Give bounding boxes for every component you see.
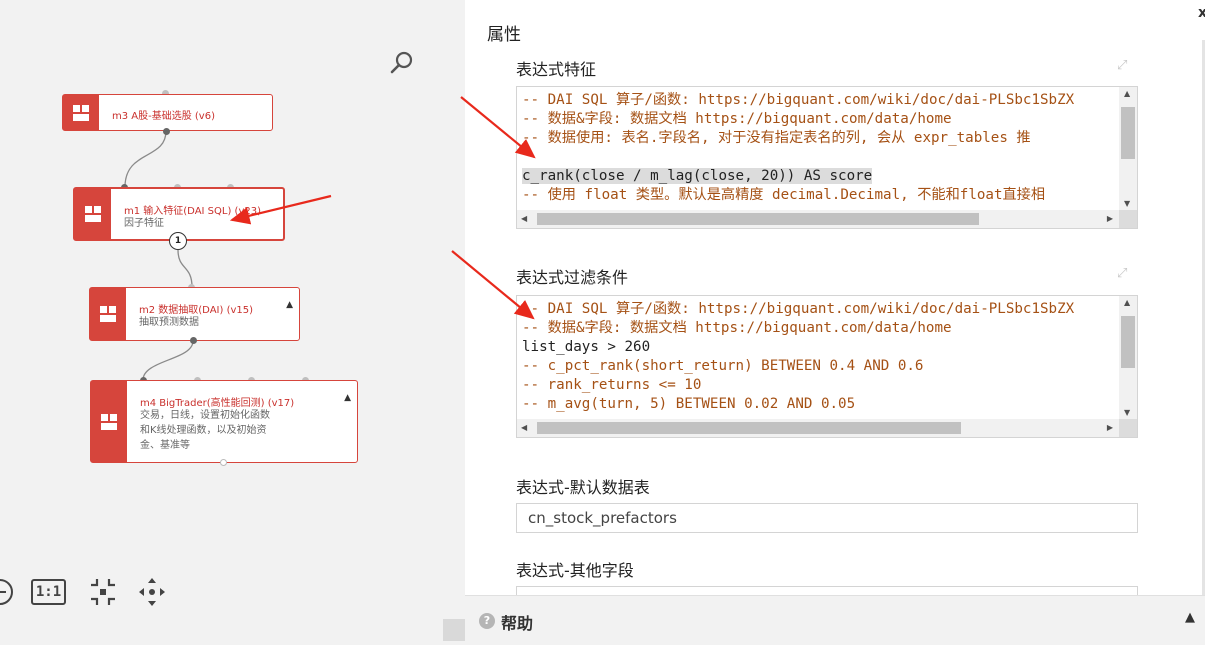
code-line: -- c_pct_rank(short_return) BETWEEN 0.4 … bbox=[522, 358, 924, 374]
wire-m3-m1 bbox=[124, 130, 167, 188]
collapse-icon[interactable]: ▲ bbox=[286, 300, 293, 310]
horizontal-scrollbar[interactable]: ◀ ▶ bbox=[517, 419, 1119, 437]
zoom-reset-button[interactable]: 1:1 bbox=[31, 579, 66, 605]
code-line: -- 使用 float 类型。默认是高精度 decimal.Decimal, 不… bbox=[522, 187, 1046, 203]
scroll-down-icon[interactable]: ▼ bbox=[1124, 408, 1130, 417]
module-icon bbox=[90, 288, 126, 340]
node-title: m1 输入特征(DAI SQL) (v23) bbox=[124, 206, 261, 217]
field-label-other-fields: 表达式-其他字段 bbox=[516, 561, 634, 580]
code-line: -- 数据&字段: 数据文档 https://bigquant.com/data… bbox=[522, 320, 952, 336]
scroll-thumb[interactable] bbox=[537, 213, 979, 225]
search-icon[interactable] bbox=[389, 50, 415, 76]
default-table-input[interactable] bbox=[516, 503, 1138, 533]
scroll-thumb[interactable] bbox=[1121, 107, 1135, 159]
expr-feature-editor[interactable]: -- DAI SQL 算子/函数: https://bigquant.com/w… bbox=[516, 86, 1138, 229]
code-line-highlighted: c_rank(close / m_lag(close, 20)) AS scor… bbox=[522, 167, 1117, 186]
output-port[interactable] bbox=[190, 337, 197, 344]
field-label-expr-filter: 表达式过滤条件 bbox=[516, 268, 629, 287]
help-bar[interactable]: ? 帮助 ▲ bbox=[465, 595, 1205, 645]
node-subtitle-line: 金、基准等 bbox=[140, 440, 190, 451]
code-line: -- DAI SQL 算子/函数: https://bigquant.com/w… bbox=[522, 92, 1075, 108]
zoom-out-icon[interactable] bbox=[0, 575, 14, 609]
module-icon bbox=[63, 95, 99, 130]
vertical-scrollbar[interactable]: ▲ ▼ bbox=[1119, 296, 1137, 419]
scroll-thumb[interactable] bbox=[1121, 316, 1135, 368]
expand-icon[interactable]: ⤢ bbox=[1117, 266, 1127, 281]
module-icon bbox=[75, 189, 111, 239]
scroll-corner bbox=[1119, 210, 1137, 228]
wire-m2-m4 bbox=[142, 340, 194, 381]
node-title: m2 数据抽取(DAI) (v15) bbox=[139, 305, 254, 316]
scroll-left-icon[interactable]: ◀ bbox=[521, 214, 527, 223]
vertical-scrollbar[interactable]: ▲ ▼ bbox=[1119, 87, 1137, 210]
scroll-corner bbox=[1119, 419, 1137, 437]
code-area[interactable]: -- DAI SQL 算子/函数: https://bigquant.com/w… bbox=[522, 300, 1117, 414]
fit-icon[interactable] bbox=[87, 575, 119, 609]
scroll-right-icon[interactable]: ▶ bbox=[1107, 423, 1113, 432]
code-area[interactable]: -- DAI SQL 算子/函数: https://bigquant.com/w… bbox=[522, 91, 1117, 205]
scroll-down-icon[interactable]: ▼ bbox=[1124, 199, 1130, 208]
wire-m1-m2 bbox=[177, 249, 193, 288]
scroll-thumb[interactable] bbox=[537, 422, 961, 434]
code-line: -- DAI SQL 算子/函数: https://bigquant.com/w… bbox=[522, 301, 1075, 317]
node-subtitle-line: 和K线处理函数，以及初始资 bbox=[140, 425, 267, 436]
grid-icon[interactable] bbox=[443, 619, 465, 641]
workflow-canvas[interactable]: m3 A股-基础选股 (v6) m1 输入特征(DAI SQL) (v23) 因… bbox=[0, 0, 465, 645]
node-subtitle: 抽取预测数据 bbox=[139, 317, 199, 328]
node-m4[interactable]: m4 BigTrader(高性能回测) (v17) 交易，日线，设置初始化函数 … bbox=[90, 380, 358, 463]
chevron-up-icon[interactable]: ▲ bbox=[1185, 610, 1195, 625]
node-title: m4 BigTrader(高性能回测) (v17) bbox=[140, 398, 295, 409]
node-m3[interactable]: m3 A股-基础选股 (v6) bbox=[62, 94, 273, 131]
help-label: 帮助 bbox=[501, 614, 534, 633]
move-icon[interactable] bbox=[136, 575, 168, 609]
code-line: -- m_avg(turn, 5) BETWEEN 0.02 AND 0.05 bbox=[522, 396, 856, 412]
expand-icon[interactable]: ⤢ bbox=[1117, 58, 1127, 73]
node-subtitle: 因子特征 bbox=[124, 218, 164, 229]
horizontal-scrollbar[interactable]: ◀ ▶ bbox=[517, 210, 1119, 228]
close-icon[interactable]: x bbox=[1198, 5, 1205, 21]
module-icon bbox=[91, 381, 127, 462]
collapse-icon[interactable]: ▲ bbox=[344, 393, 351, 403]
node-title: m3 A股-基础选股 (v6) bbox=[112, 111, 215, 122]
properties-panel: 属性 x 表达式特征 ⤢ -- DAI SQL 算子/函数: https://b… bbox=[465, 0, 1205, 645]
output-port[interactable] bbox=[220, 459, 227, 466]
code-line: list_days > 260 bbox=[522, 339, 651, 355]
code-line: -- rank_returns <= 10 bbox=[522, 377, 702, 393]
scroll-right-icon[interactable]: ▶ bbox=[1107, 214, 1113, 223]
output-count-badge[interactable]: 1 bbox=[169, 232, 187, 250]
scroll-left-icon[interactable]: ◀ bbox=[521, 423, 527, 432]
node-m2[interactable]: m2 数据抽取(DAI) (v15) 抽取预测数据 ▲ bbox=[89, 287, 300, 341]
expr-filter-editor[interactable]: -- DAI SQL 算子/函数: https://bigquant.com/w… bbox=[516, 295, 1138, 438]
field-label-expr-feature: 表达式特征 bbox=[516, 60, 597, 79]
output-port[interactable] bbox=[163, 128, 170, 135]
panel-title: 属性 bbox=[487, 25, 521, 45]
scroll-up-icon[interactable]: ▲ bbox=[1124, 89, 1130, 98]
code-line: c_rank(close / m_lag(close, 20)) AS scor… bbox=[522, 168, 873, 184]
code-line: -- 数据&字段: 数据文档 https://bigquant.com/data… bbox=[522, 111, 952, 127]
node-subtitle-line: 交易，日线，设置初始化函数 bbox=[140, 410, 270, 421]
help-icon: ? bbox=[479, 613, 495, 629]
field-label-default-table: 表达式-默认数据表 bbox=[516, 478, 650, 497]
scroll-up-icon[interactable]: ▲ bbox=[1124, 298, 1130, 307]
code-line: -- 数据使用: 表名.字段名, 对于没有指定表名的列, 会从 expr_tab… bbox=[522, 130, 1031, 146]
